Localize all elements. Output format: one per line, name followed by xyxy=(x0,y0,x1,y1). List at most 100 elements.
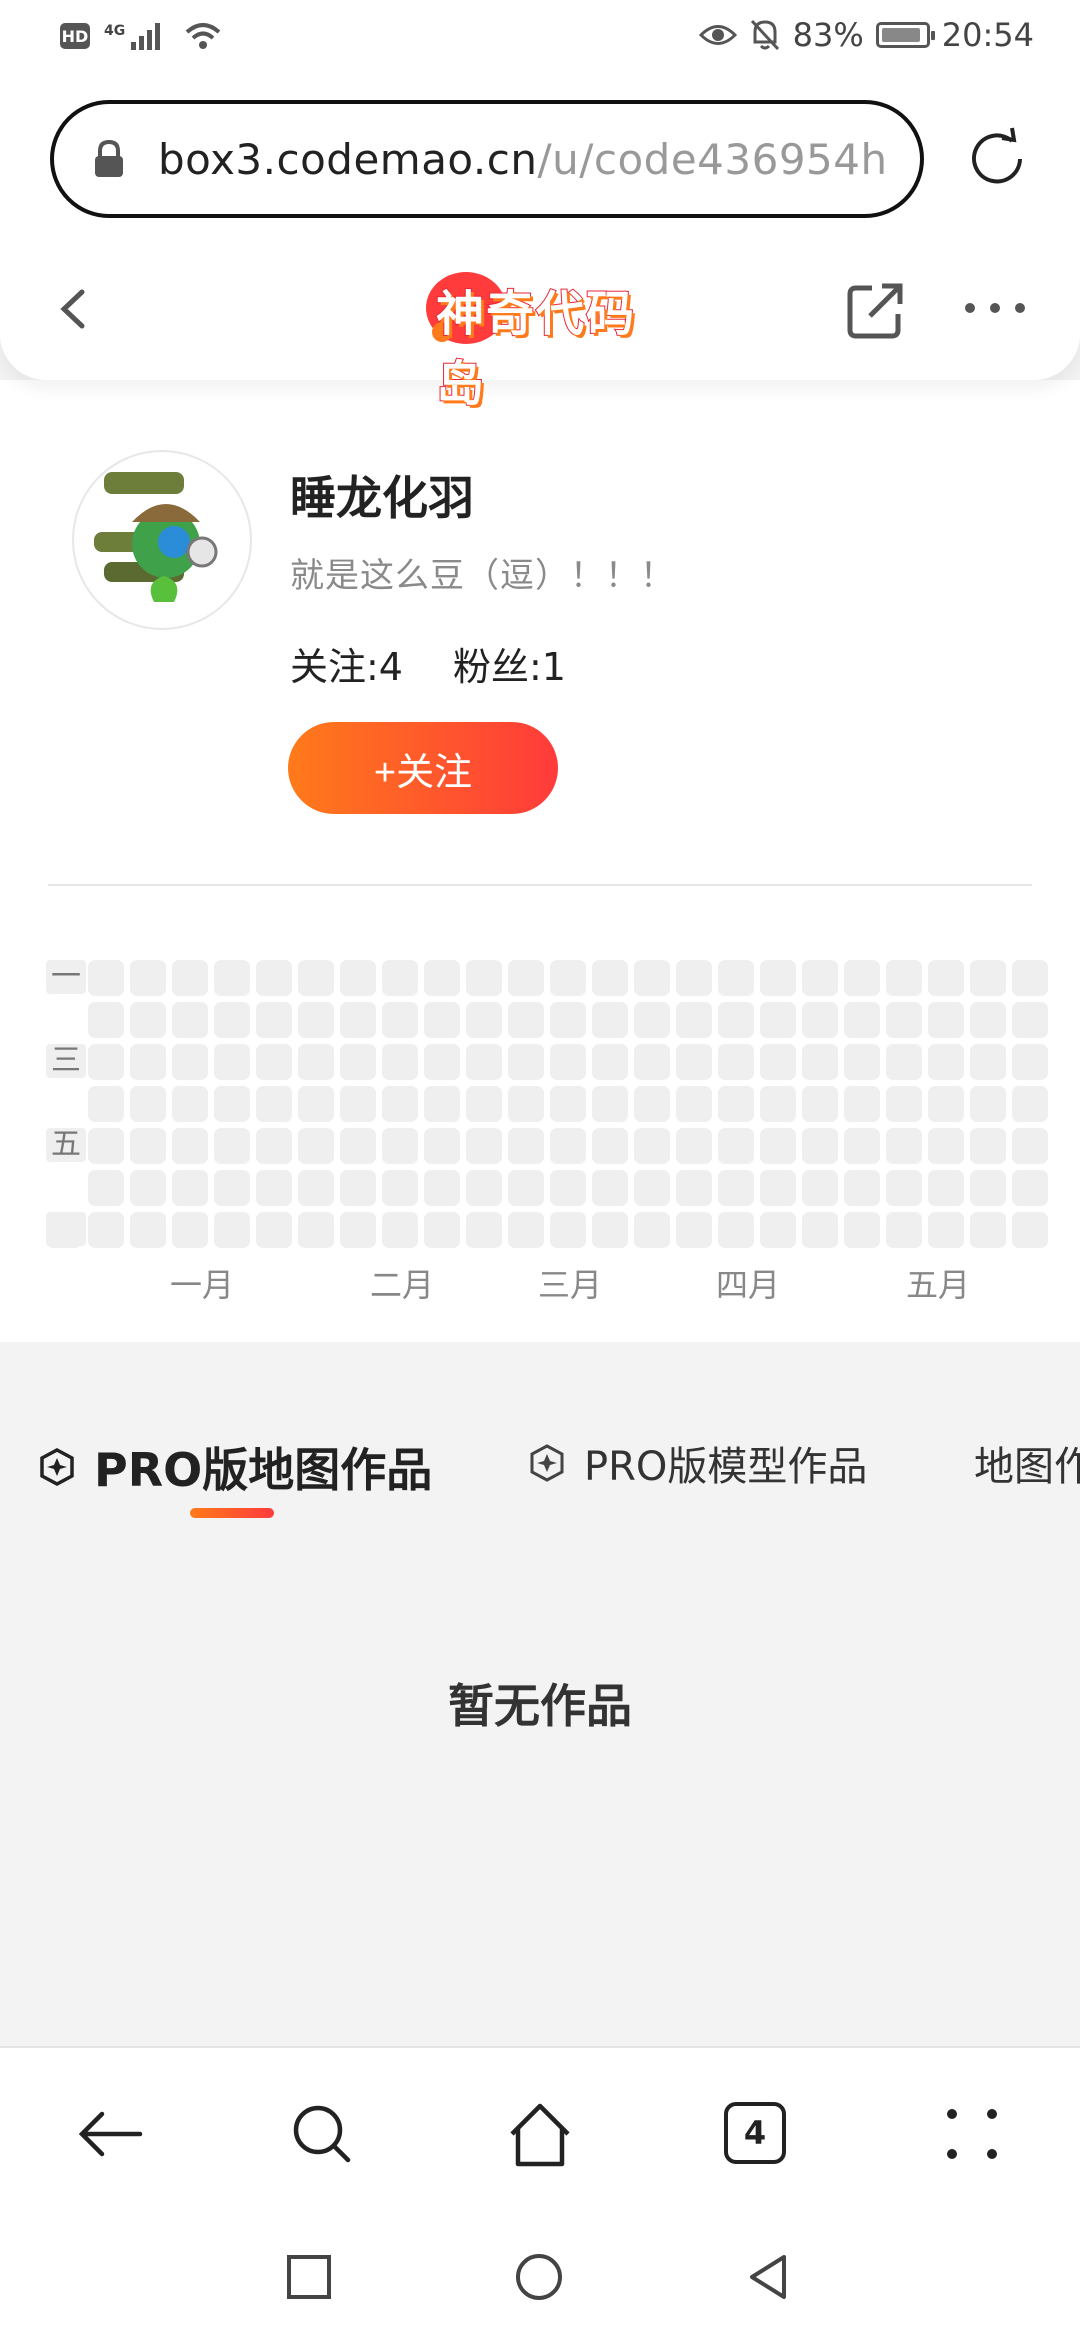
heatmap-cell xyxy=(382,1212,418,1248)
heatmap-cell xyxy=(844,1044,880,1080)
heatmap-cell xyxy=(718,1170,754,1206)
pro-badge-icon xyxy=(40,1448,74,1486)
heatmap-cell xyxy=(466,1170,502,1206)
heatmap-cell xyxy=(718,1044,754,1080)
heatmap-cell xyxy=(298,1170,334,1206)
tab-count: 4 xyxy=(724,2102,786,2164)
heatmap-cell xyxy=(214,1170,250,1206)
heatmap-cell xyxy=(382,1128,418,1164)
browser-url-row: box3.codemao.cn/u/code436954h xyxy=(0,80,1080,240)
heatmap-cell xyxy=(886,1002,922,1038)
heatmap-cell xyxy=(88,1170,124,1206)
recents-square-icon[interactable] xyxy=(284,2252,334,2302)
heatmap-cell xyxy=(340,1086,376,1122)
status-right: 83% 20:54 xyxy=(698,16,1034,54)
heatmap-cell xyxy=(592,1212,628,1248)
hd-icon: HD xyxy=(60,23,90,49)
heatmap-cell xyxy=(382,960,418,996)
heatmap-cell xyxy=(844,960,880,996)
heatmap-cell xyxy=(1012,1086,1048,1122)
tab-label: 地图作 xyxy=(974,1444,1080,1490)
heatmap-cell xyxy=(466,1044,502,1080)
heatmap-cell xyxy=(676,1128,712,1164)
profile-card: 睡龙化羽 就是这么豆（逗）！！！ 关注:4 粉丝:1 +关注 一 三 五 日 一… xyxy=(0,380,1080,1342)
heatmap-cell xyxy=(592,960,628,996)
heatmap-cell xyxy=(88,1002,124,1038)
heatmap-cell xyxy=(424,960,460,996)
tab-pro-map-works[interactable]: PRO版地图作品 xyxy=(38,1434,432,1500)
heatmap-cell xyxy=(172,1128,208,1164)
more-options-icon[interactable] xyxy=(960,298,1030,318)
heatmap-cell xyxy=(382,1170,418,1206)
heatmap-cell xyxy=(676,1170,712,1206)
search-icon[interactable] xyxy=(286,2098,358,2170)
tab-pro-model-works[interactable]: PRO版模型作品 xyxy=(528,1434,867,1492)
heatmap-cell xyxy=(550,1212,586,1248)
heatmap-cell xyxy=(802,1170,838,1206)
follow-button[interactable]: +关注 xyxy=(288,722,558,814)
heatmap-cell xyxy=(802,1002,838,1038)
avatar[interactable] xyxy=(72,450,252,630)
heatmap-cell xyxy=(466,1212,502,1248)
url-path: /u/code436954h xyxy=(537,134,888,184)
battery-percent: 83% xyxy=(792,16,864,54)
heatmap-cell xyxy=(256,1086,292,1122)
heatmap-cell xyxy=(382,1086,418,1122)
active-tab-indicator xyxy=(190,1508,274,1518)
heatmap-cell xyxy=(634,960,670,996)
heatmap-cell xyxy=(256,1044,292,1080)
heatmap-cell xyxy=(550,1170,586,1206)
home-circle-icon[interactable] xyxy=(514,2252,564,2302)
heatmap-cell xyxy=(508,960,544,996)
signal-icon xyxy=(131,23,161,50)
tabs-switcher-button[interactable]: 4 xyxy=(724,2102,796,2174)
tab-label: PRO版模型作品 xyxy=(584,1444,868,1490)
tab-map-works[interactable]: 地图作 xyxy=(974,1434,1080,1492)
avatar-image xyxy=(94,472,218,602)
back-arrow-icon[interactable] xyxy=(74,2098,146,2170)
heatmap-cell xyxy=(928,960,964,996)
heatmap-cell xyxy=(802,1212,838,1248)
pro-badge-icon xyxy=(530,1444,564,1482)
status-bar: HD 4G 83% 20:54 xyxy=(0,0,1080,80)
heatmap-cell xyxy=(466,960,502,996)
menu-dots-icon[interactable] xyxy=(936,2098,1008,2170)
heatmap-cell xyxy=(970,1128,1006,1164)
following-count[interactable]: 关注:4 xyxy=(290,636,403,691)
month-label: 三月 xyxy=(538,1266,603,1304)
home-icon[interactable] xyxy=(504,2098,576,2170)
followers-count[interactable]: 粉丝:1 xyxy=(453,636,566,691)
heatmap-cell xyxy=(886,1170,922,1206)
eye-icon xyxy=(698,25,737,45)
site-logo[interactable]: 神奇代码岛 xyxy=(420,266,670,413)
address-bar[interactable]: box3.codemao.cn/u/code436954h xyxy=(50,100,924,218)
heatmap-cell xyxy=(214,1128,250,1164)
system-navigation-bar xyxy=(0,2216,1080,2340)
heatmap-cell xyxy=(802,1086,838,1122)
heatmap-cell xyxy=(382,1044,418,1080)
browser-toolbar: 4 xyxy=(0,2046,1080,2216)
heatmap-cell xyxy=(970,1086,1006,1122)
reload-icon[interactable] xyxy=(962,124,1032,194)
heatmap-cell xyxy=(928,1128,964,1164)
heatmap-cell xyxy=(550,1128,586,1164)
heatmap-cell xyxy=(256,1002,292,1038)
heatmap-cell xyxy=(718,1086,754,1122)
back-chevron-icon[interactable] xyxy=(50,284,100,334)
heatmap-cell xyxy=(844,1128,880,1164)
heatmap-cell xyxy=(508,1128,544,1164)
heatmap-cell xyxy=(760,960,796,996)
heatmap-cell xyxy=(382,1002,418,1038)
back-triangle-icon[interactable] xyxy=(744,2252,794,2302)
share-icon[interactable] xyxy=(846,280,906,340)
heatmap-cell xyxy=(214,1044,250,1080)
heatmap-cell xyxy=(886,960,922,996)
heatmap-cell xyxy=(466,1086,502,1122)
url-text[interactable]: box3.codemao.cn/u/code436954h xyxy=(158,135,888,184)
heatmap-cell xyxy=(214,1086,250,1122)
heatmap-cell xyxy=(130,1002,166,1038)
url-host: box3.codemao.cn xyxy=(158,134,538,184)
heatmap-cell xyxy=(676,1086,712,1122)
heatmap-cell xyxy=(88,1128,124,1164)
heatmap-cell xyxy=(550,1044,586,1080)
